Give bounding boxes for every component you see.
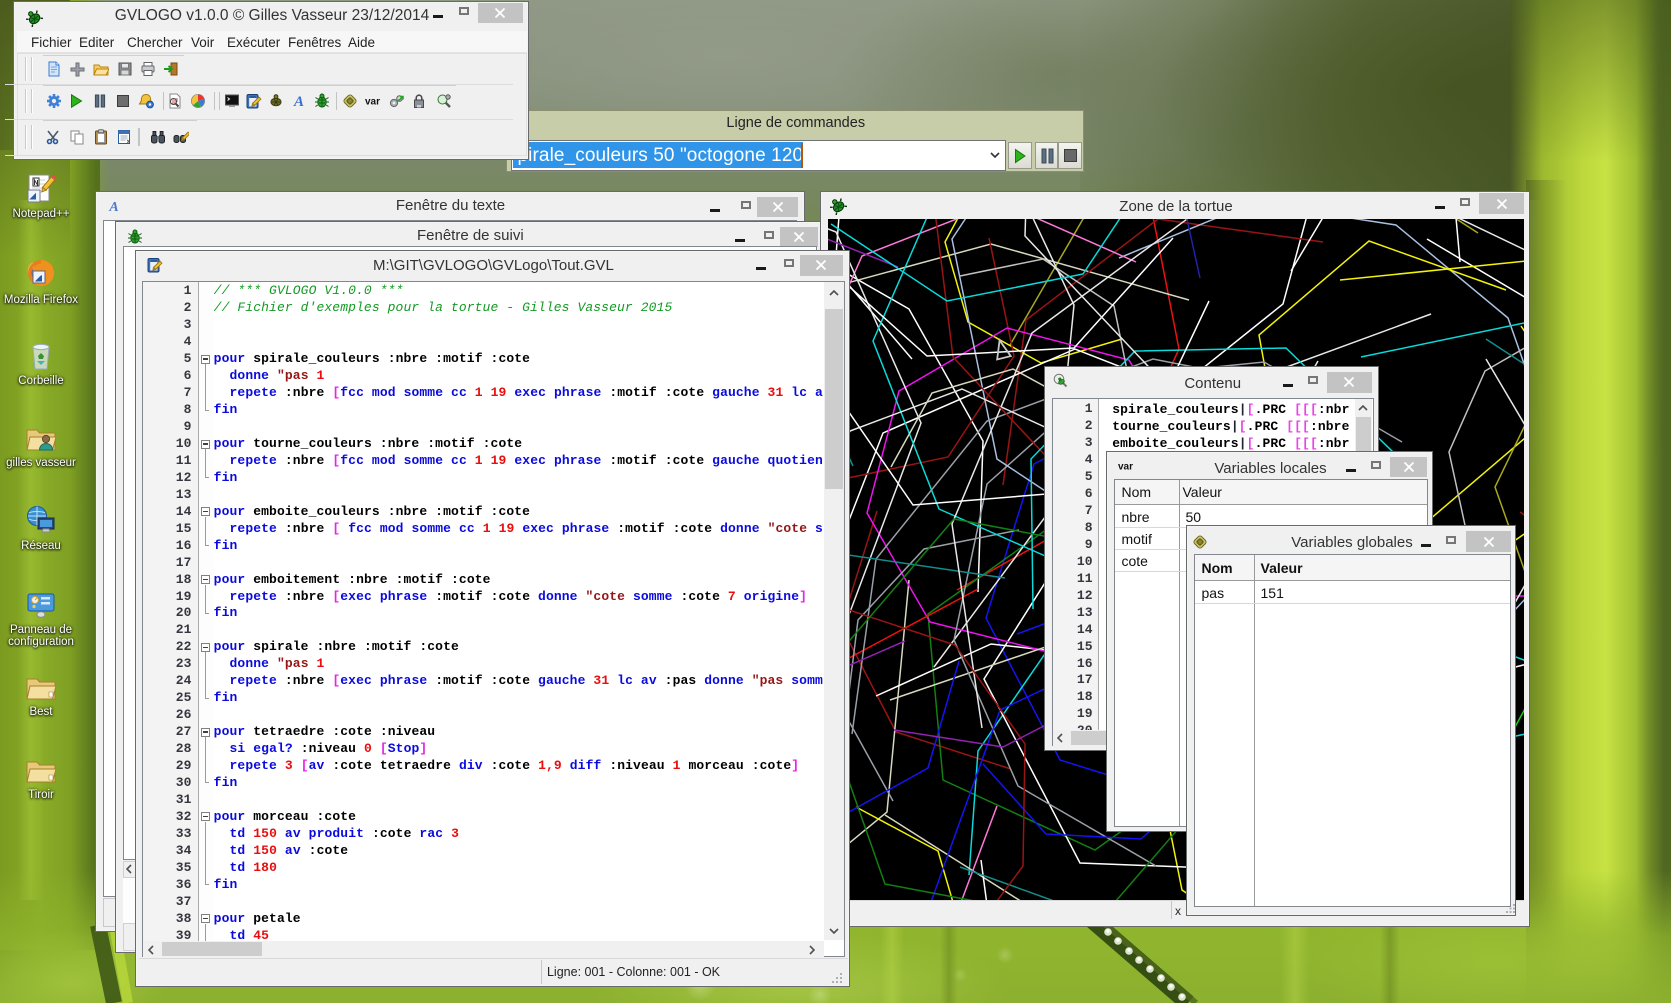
svg-text:var: var <box>365 97 380 108</box>
svg-text:x: x <box>126 138 130 145</box>
svg-text:A: A <box>293 94 304 109</box>
